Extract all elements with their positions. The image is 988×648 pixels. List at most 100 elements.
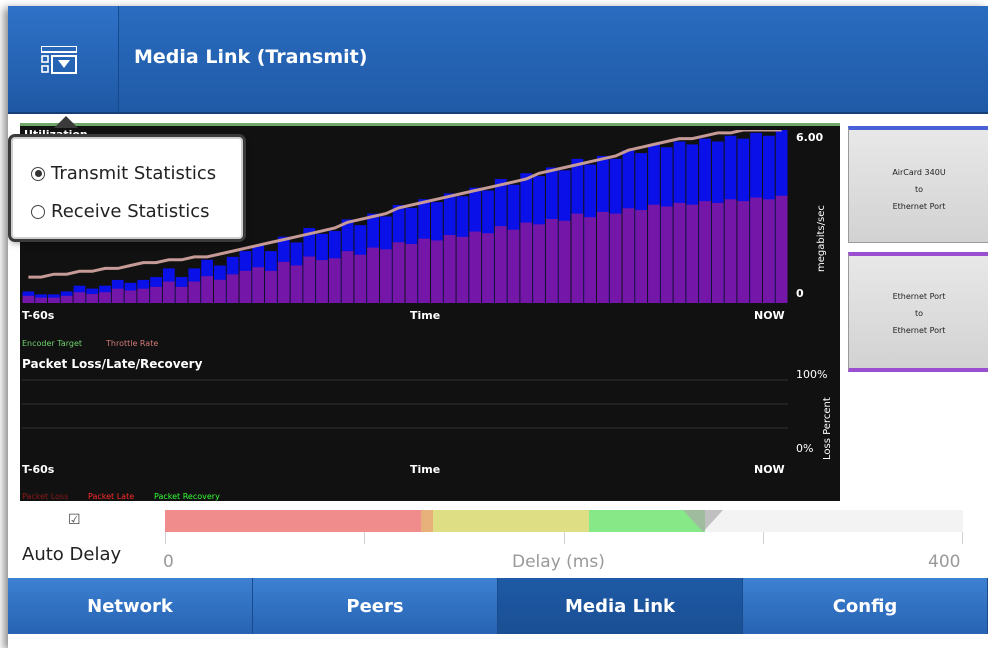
encoder-bar-lower xyxy=(124,290,137,303)
auto-delay-checkbox[interactable]: ☑ xyxy=(68,513,82,527)
encoder-bar-lower xyxy=(699,201,711,303)
encoder-bar-lower xyxy=(545,218,558,303)
encoder-bar-lower xyxy=(443,235,456,303)
tab-media-link-label: Media Link xyxy=(564,595,675,617)
encoder-bar-lower xyxy=(660,206,673,303)
encoder-bar-lower xyxy=(188,281,201,303)
encoder-bar-lower xyxy=(520,222,533,303)
transmit-statistics-option[interactable]: Transmit Statistics xyxy=(31,163,216,184)
auto-delay-label: Auto Delay xyxy=(22,544,122,565)
page-title: Media Link (Transmit) xyxy=(134,46,368,68)
delay-slider-thumb[interactable] xyxy=(683,510,723,532)
encoder-bar-lower xyxy=(418,238,431,303)
delay-axis-label: Delay (ms) xyxy=(512,552,605,572)
radio-unselected-icon xyxy=(31,204,45,219)
delay-slider-track[interactable] xyxy=(165,510,963,532)
delay-min-label: 0 xyxy=(163,552,174,572)
tab-peers[interactable]: Peers xyxy=(253,578,498,634)
encoder-bar-lower xyxy=(162,281,175,303)
encoder-bar-lower xyxy=(150,286,162,303)
encoder-bar-lower xyxy=(341,251,354,303)
encoder-bar-lower xyxy=(214,279,226,303)
encoder-bar-lower xyxy=(328,258,341,303)
legend-throttle-rate: Throttle Rate xyxy=(106,339,159,348)
encoder-bar-lower xyxy=(60,295,73,303)
encoder-bar-lower xyxy=(762,199,775,303)
encoder-bar-lower xyxy=(648,204,660,303)
encoder-bar-lower xyxy=(48,297,60,303)
radio-selected-icon xyxy=(31,166,45,181)
loss-x-start-label: T-60s xyxy=(22,463,55,476)
bottom-tab-bar: Network Peers Media Link Config xyxy=(8,578,988,634)
encoder-bar-lower xyxy=(226,274,239,303)
port1-line3: Ethernet Port xyxy=(892,202,946,211)
encoder-bar-lower xyxy=(265,270,277,303)
encoder-bar-lower xyxy=(73,292,86,303)
receive-statistics-option[interactable]: Receive Statistics xyxy=(31,201,209,222)
loss-y-max-label: 100% xyxy=(796,368,828,381)
delay-zone-red xyxy=(165,510,421,532)
encoder-bar-lower xyxy=(392,242,405,303)
y-axis-label: megabits/sec xyxy=(816,205,827,272)
encoder-bar-lower xyxy=(750,197,762,303)
encoder-bar-lower xyxy=(533,224,545,303)
encoder-bar-lower xyxy=(635,210,648,303)
loss-x-axis-label: Time xyxy=(410,463,441,476)
legend-packet-late: Packet Late xyxy=(88,492,135,501)
legend-packet-loss: Packet Loss xyxy=(22,492,69,501)
port-aircard-to-ethernet[interactable]: AirCard 340U to Ethernet Port xyxy=(848,126,988,243)
delay-tick xyxy=(364,532,365,544)
stats-menu-button[interactable] xyxy=(8,6,119,112)
encoder-bar-lower xyxy=(252,267,265,303)
encoder-bar-lower xyxy=(367,247,379,303)
encoder-bar-lower xyxy=(137,288,150,303)
tab-media-link[interactable]: Media Link xyxy=(498,578,743,634)
loss-x-end-label: NOW xyxy=(754,463,785,476)
delay-zone-orange xyxy=(421,510,433,532)
encoder-bar-lower xyxy=(111,288,124,303)
y-min-label: 0 xyxy=(796,287,804,300)
encoder-bar-lower xyxy=(405,244,418,303)
x-axis-label: Time xyxy=(410,309,441,322)
receive-statistics-label: Receive Statistics xyxy=(51,201,210,222)
port2-line2: to xyxy=(914,309,924,318)
encoder-bar-lower xyxy=(379,249,392,303)
tab-config[interactable]: Config xyxy=(743,578,988,634)
encoder-bar-lower xyxy=(584,217,596,303)
legend-encoder-target: Encoder Target xyxy=(22,339,82,348)
encoder-bar-lower xyxy=(686,204,699,303)
x-end-label: NOW xyxy=(754,309,785,322)
delay-tick xyxy=(962,532,963,544)
loss-y-axis-label: Loss Percent xyxy=(822,397,833,460)
encoder-bar-lower xyxy=(775,195,788,303)
header-bar: Media Link (Transmit) xyxy=(8,6,988,114)
delay-tick xyxy=(564,532,565,544)
encoder-bar-lower xyxy=(431,240,443,303)
statistics-popup: Transmit Statistics Receive Statistics xyxy=(11,137,243,239)
transmit-statistics-label: Transmit Statistics xyxy=(51,163,217,184)
port2-line3: Ethernet Port xyxy=(892,326,946,335)
delay-zone-yellow xyxy=(433,510,589,532)
encoder-bar-lower xyxy=(609,213,622,303)
encoder-bar-lower xyxy=(597,211,609,303)
download-list-icon xyxy=(41,46,77,74)
port1-line1: AirCard 340U xyxy=(892,168,946,177)
encoder-bar-lower xyxy=(507,229,520,303)
legend-packet-recovery: Packet Recovery xyxy=(154,492,220,501)
encoder-bar-lower xyxy=(175,286,188,303)
encoder-bar-lower xyxy=(277,261,290,303)
x-start-label: T-60s xyxy=(22,309,55,322)
tab-network[interactable]: Network xyxy=(8,578,253,634)
app-window: Media Link (Transmit) Utilization 6.00 0… xyxy=(8,6,988,648)
packet-loss-chart: Packet Loss/Late/Recovery 100% 0% Loss P… xyxy=(20,354,840,501)
encoder-bar-lower xyxy=(35,297,48,303)
encoder-bar-lower xyxy=(239,270,252,303)
loss-y-min-label: 0% xyxy=(796,442,814,455)
encoder-bar-lower xyxy=(99,292,111,303)
encoder-bar-lower xyxy=(290,265,303,303)
encoder-bar-lower xyxy=(316,260,328,303)
encoder-bar-lower xyxy=(711,202,724,303)
port2-line1: Ethernet Port xyxy=(892,292,946,301)
encoder-bar-lower xyxy=(201,276,213,303)
port-ethernet-to-ethernet[interactable]: Ethernet Port to Ethernet Port xyxy=(848,252,988,372)
